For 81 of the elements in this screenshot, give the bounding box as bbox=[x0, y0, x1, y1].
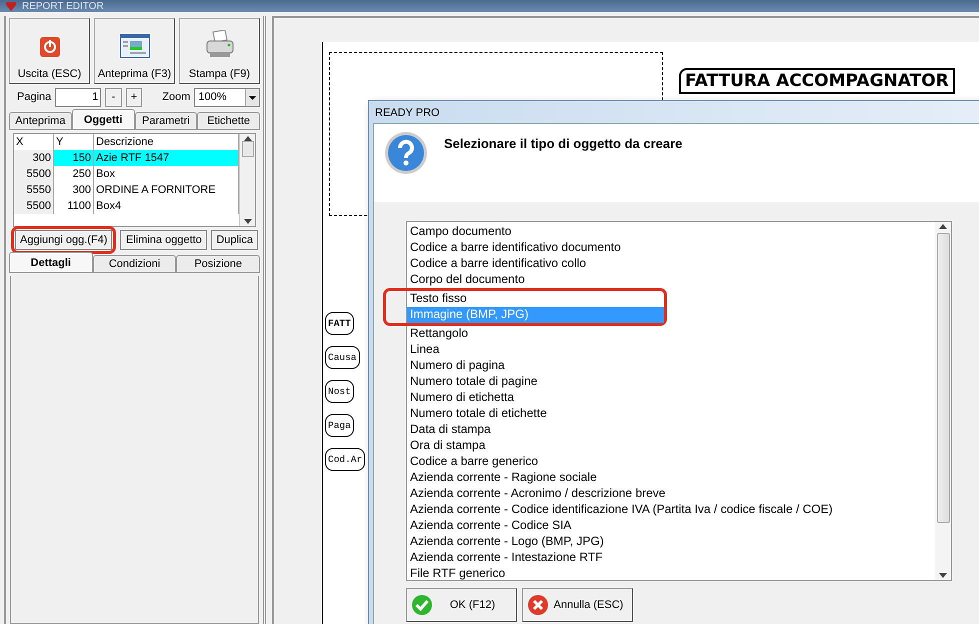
report-field: Paga bbox=[325, 414, 354, 437]
tab[interactable]: Dettagli bbox=[9, 252, 93, 272]
tab[interactable]: Oggetti bbox=[72, 109, 134, 129]
table-cell: 5550 bbox=[14, 182, 54, 198]
list-item[interactable]: File RTF generico bbox=[407, 566, 935, 582]
table-cell: 300 bbox=[54, 182, 94, 198]
page-label: Pagina bbox=[17, 91, 52, 103]
list-item[interactable]: Azienda corrente - Logo (BMP, JPG) bbox=[407, 534, 935, 550]
table-cell: Box4 bbox=[94, 198, 239, 214]
list-item[interactable]: Numero di etichetta bbox=[407, 390, 935, 406]
tab[interactable]: Condizioni bbox=[92, 255, 176, 272]
power-icon bbox=[38, 36, 60, 58]
table-cell: 5500 bbox=[14, 166, 54, 182]
dialog-message: Selezionare il tipo di oggetto da creare bbox=[444, 135, 682, 153]
list-item[interactable]: Azienda corrente - Codice identificazione IVA (Partita Iva / codice fiscale / COE) bbox=[407, 502, 935, 518]
scrollbar[interactable] bbox=[239, 134, 255, 226]
list-item[interactable]: Rettangolo bbox=[407, 326, 935, 342]
action-button[interactable]: Duplica bbox=[211, 230, 258, 250]
table-cell: Azie RTF 1547 bbox=[94, 150, 239, 166]
table-cell: 150 bbox=[54, 150, 94, 166]
checkmark-icon bbox=[411, 594, 433, 616]
page-field[interactable]: 1 bbox=[55, 88, 102, 106]
action-button[interactable]: Elimina oggetto bbox=[120, 230, 208, 250]
tab[interactable]: Anteprima bbox=[9, 112, 72, 129]
list-item[interactable]: Codice a barre generico bbox=[407, 454, 935, 470]
table-cell: Box bbox=[94, 166, 239, 182]
heart-icon bbox=[6, 2, 16, 10]
next-page-button[interactable]: + bbox=[126, 88, 142, 106]
previous-page-button[interactable]: - bbox=[105, 88, 122, 106]
list-item[interactable]: Testo fisso bbox=[407, 291, 664, 307]
scrollbar-thumb[interactable] bbox=[242, 141, 254, 157]
question-icon bbox=[384, 131, 428, 175]
window-title: REPORT EDITOR bbox=[22, 0, 104, 12]
list-item[interactable]: Numero totale di pagine bbox=[407, 374, 935, 390]
list-item[interactable]: Azienda corrente - Intestazione RTF bbox=[407, 550, 935, 566]
scroll-up-arrow-icon[interactable] bbox=[939, 224, 947, 229]
table-cell: 300 bbox=[14, 150, 54, 166]
list-item[interactable]: Azienda corrente - Codice SIA bbox=[407, 518, 935, 534]
table-cell: 1100 bbox=[54, 198, 94, 214]
close-icon bbox=[527, 594, 549, 616]
report-field: FATT bbox=[325, 312, 354, 335]
tab[interactable]: Parametri bbox=[134, 112, 198, 129]
dialog-button[interactable]: Annulla (ESC) bbox=[522, 588, 633, 622]
table-cell: 5500 bbox=[14, 198, 54, 214]
scroll-down-arrow-icon[interactable] bbox=[939, 573, 947, 578]
toolbar-button[interactable]: Uscita (ESC) bbox=[9, 18, 90, 84]
column-header: Y bbox=[54, 134, 94, 150]
scrollbar-thumb[interactable] bbox=[936, 233, 950, 523]
window-preview-icon bbox=[120, 34, 150, 58]
report-field: Cod.Ar bbox=[325, 448, 366, 471]
column-header: X bbox=[14, 134, 54, 150]
list-item[interactable]: Data di stampa bbox=[407, 422, 935, 438]
list-item[interactable]: Azienda corrente - Ragione sociale bbox=[407, 470, 935, 486]
toolbar-button[interactable]: Anteprima (F3) bbox=[94, 18, 175, 84]
list-item[interactable]: Codice a barre identificativo collo bbox=[407, 256, 935, 272]
list-item[interactable]: Ora di stampa bbox=[407, 438, 935, 454]
document-title: FATTURA ACCOMPAGNATOR bbox=[679, 68, 955, 94]
report-field: Nost bbox=[325, 380, 354, 403]
list-item[interactable]: Codice a barre identificativo documento bbox=[407, 240, 935, 256]
table-cell: ORDINE A FORNITORE bbox=[94, 182, 239, 198]
dialog-title: READY PRO bbox=[374, 106, 441, 121]
scroll-down-arrow-icon[interactable] bbox=[244, 219, 252, 224]
list-item[interactable]: Corpo del documento bbox=[407, 272, 935, 288]
tab[interactable]: Etichette bbox=[197, 112, 260, 129]
zoom-dropdown[interactable]: 100% bbox=[194, 88, 260, 106]
printer-icon bbox=[204, 30, 234, 58]
scroll-up-arrow-icon[interactable] bbox=[244, 136, 252, 141]
scrollbar[interactable] bbox=[935, 222, 951, 580]
table-cell: 250 bbox=[54, 166, 94, 182]
list-item[interactable]: Campo documento bbox=[407, 224, 935, 240]
toolbar-button[interactable]: Stampa (F9) bbox=[179, 18, 260, 84]
report-field: Causa bbox=[325, 346, 360, 369]
dialog-button[interactable]: OK (F12) bbox=[406, 588, 517, 622]
list-item[interactable]: Numero totale di etichette bbox=[407, 406, 935, 422]
tab[interactable]: Posizione bbox=[176, 255, 260, 272]
zoom-label: Zoom bbox=[162, 91, 190, 103]
list-item[interactable]: Linea bbox=[407, 342, 935, 358]
action-button[interactable]: Aggiungi ogg.(F4) bbox=[15, 230, 112, 250]
list-item[interactable]: Azienda corrente - Acronimo / descrizione breve bbox=[407, 486, 935, 502]
column-header: Descrizione bbox=[94, 134, 239, 150]
list-item[interactable]: Numero di pagina bbox=[407, 358, 935, 374]
